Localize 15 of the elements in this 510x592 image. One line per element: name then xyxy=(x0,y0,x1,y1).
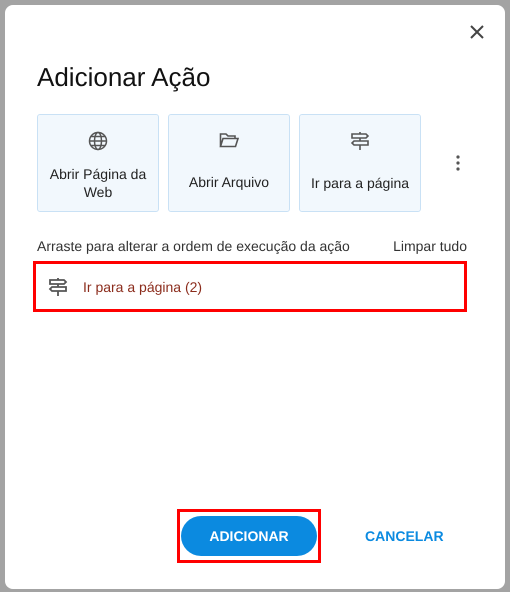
dialog-title: Adicionar Ação xyxy=(37,61,212,93)
action-type-card[interactable]: Abrir Arquivo xyxy=(168,114,290,212)
action-list-item[interactable]: Ir para a página (2) xyxy=(33,261,467,312)
signpost-icon xyxy=(350,131,370,151)
action-type-card[interactable]: Abrir Página da Web xyxy=(37,114,159,212)
more-options-icon[interactable] xyxy=(456,155,460,171)
folder-icon xyxy=(219,131,239,149)
action-type-card[interactable]: Ir para a página xyxy=(299,114,421,212)
close-icon[interactable] xyxy=(469,24,485,40)
add-button[interactable]: ADICIONAR xyxy=(181,516,317,556)
clear-all-link[interactable]: Limpar tudo xyxy=(393,238,467,254)
signpost-icon xyxy=(48,276,68,296)
globe-icon xyxy=(88,131,108,151)
instruction-text: Arraste para alterar a ordem de execução da ação xyxy=(37,238,350,254)
cancel-button[interactable]: CANCELAR xyxy=(361,520,448,552)
